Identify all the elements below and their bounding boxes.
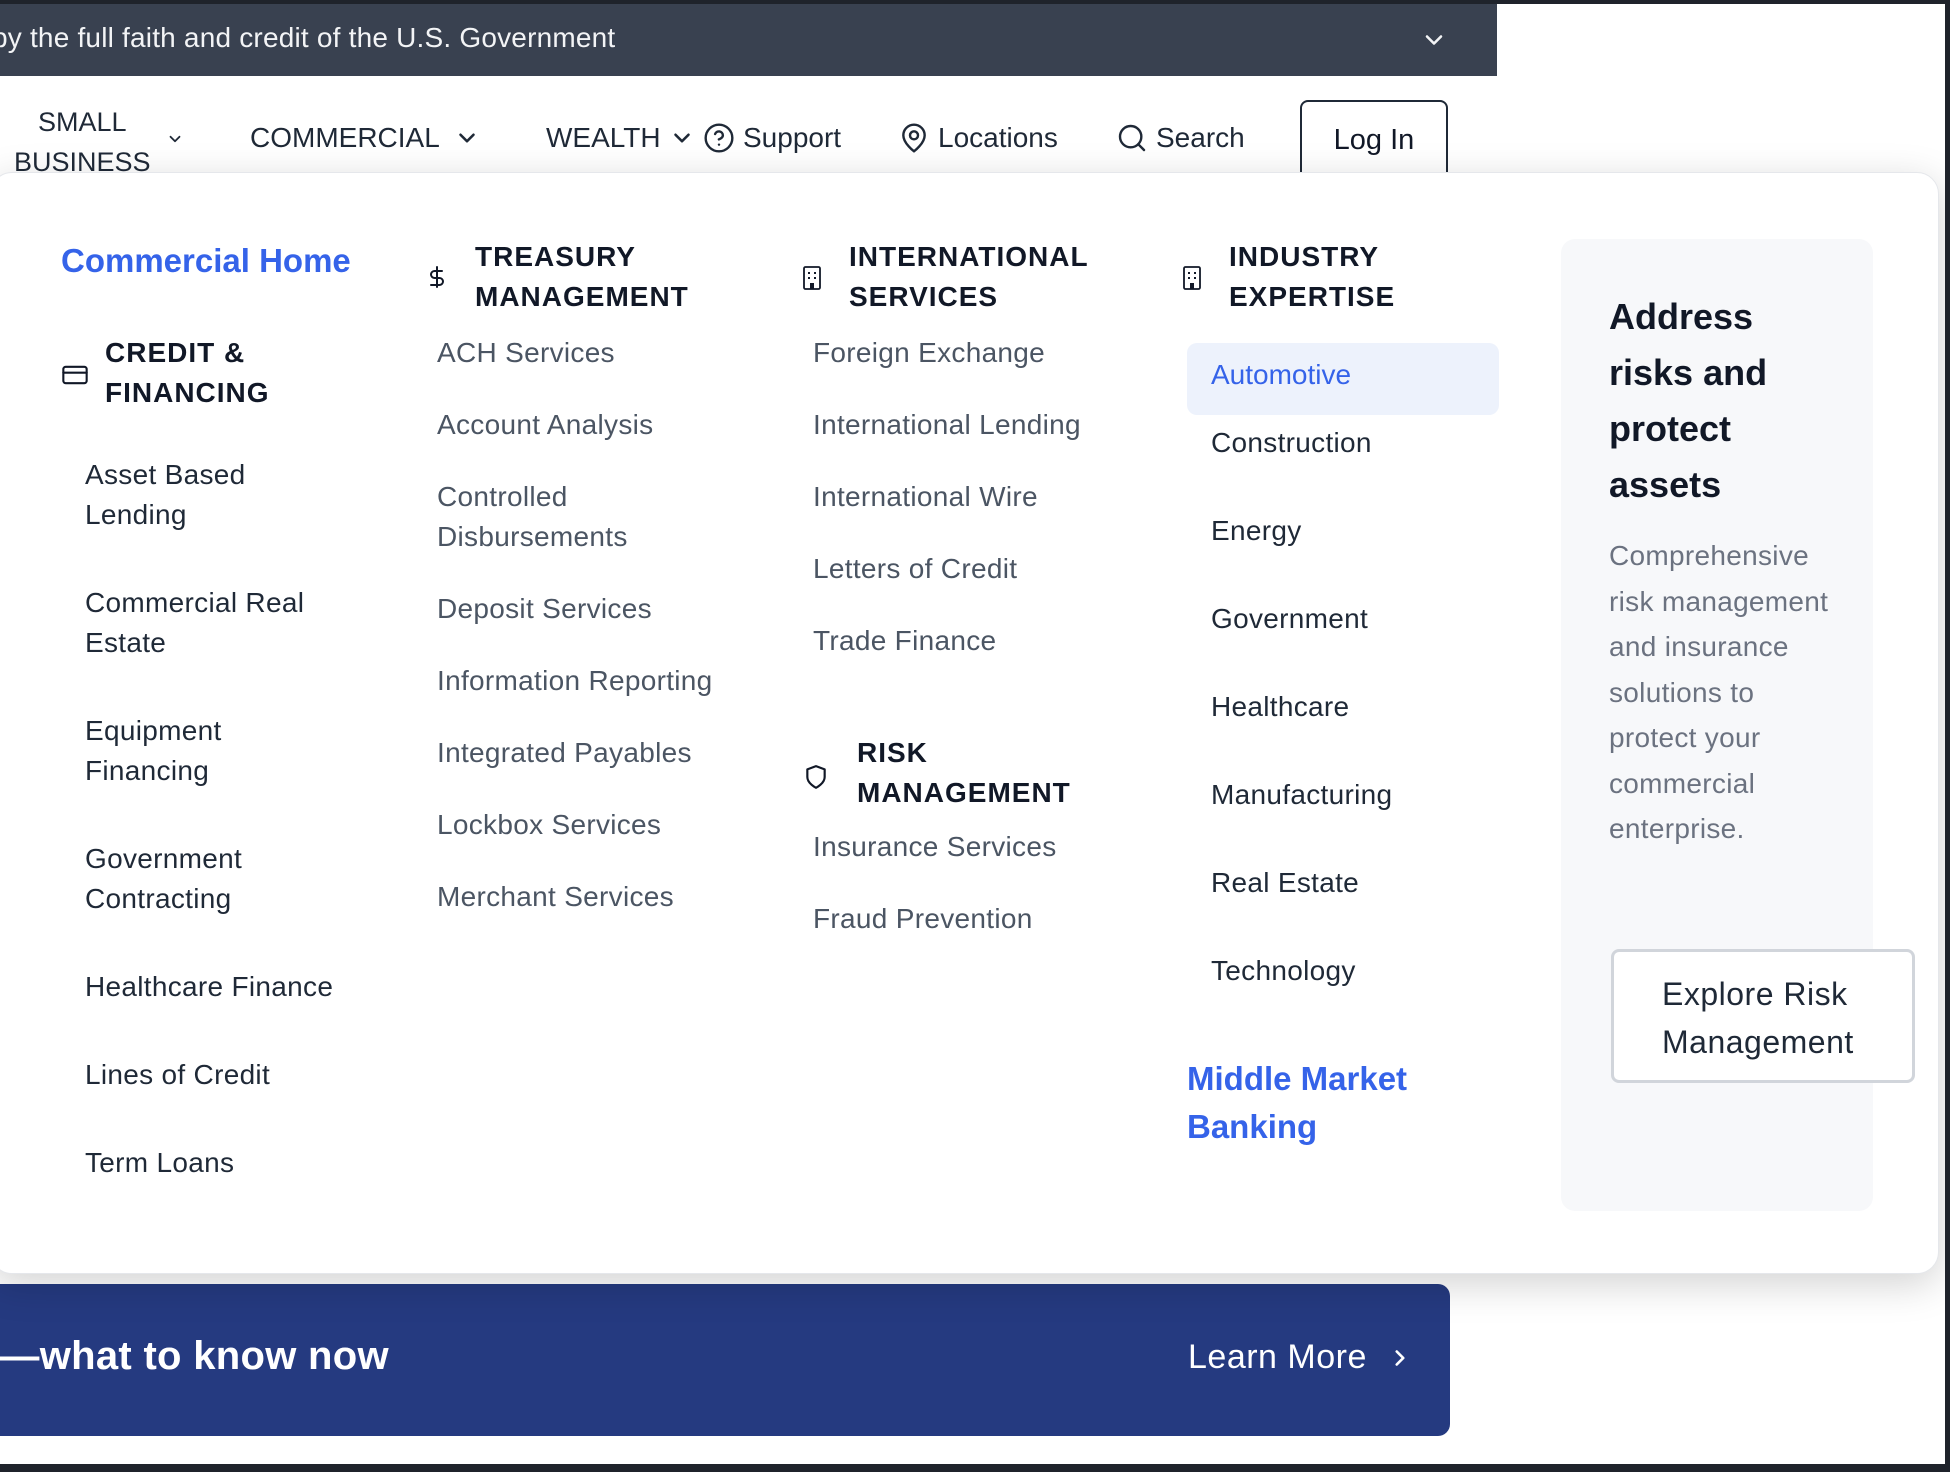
- menu-link-healthcare-finance[interactable]: Healthcare Finance: [85, 967, 333, 1007]
- login-button[interactable]: Log In: [1300, 100, 1448, 180]
- middle-market-line2: Banking: [1187, 1108, 1318, 1145]
- menu-link-lockbox-services[interactable]: Lockbox Services: [437, 805, 661, 845]
- link-line: Financing: [85, 755, 210, 786]
- menu-link-term-loans[interactable]: Term Loans: [85, 1143, 234, 1183]
- nav-locations[interactable]: Locations: [898, 122, 1058, 154]
- chevron-down-icon: [673, 133, 690, 143]
- link-line: Asset Based: [85, 459, 246, 490]
- link-line: Lending: [85, 499, 187, 530]
- help-circle-icon: [704, 123, 734, 153]
- international-heading-line1: INTERNATIONAL: [849, 241, 1089, 272]
- menu-link-information-reporting[interactable]: Information Reporting: [437, 661, 713, 701]
- menu-link-ach-services[interactable]: ACH Services: [437, 333, 615, 373]
- nav-wealth-label: WEALTH: [546, 122, 661, 153]
- search-icon: [1118, 124, 1146, 152]
- link-line: Commercial Real: [85, 587, 305, 618]
- nav-commercial[interactable]: COMMERCIAL: [250, 122, 480, 154]
- industry-heading-line2: EXPERTISE: [1229, 281, 1396, 312]
- international-heading-line2: SERVICES: [849, 281, 999, 312]
- shield-icon: [806, 765, 826, 789]
- treasury-heading-line1: TREASURY: [475, 241, 636, 272]
- menu-link-controlled-disbursements[interactable]: Controlled Disbursements: [437, 477, 628, 557]
- commercial-mega-menu: Commercial Home CREDIT & FINANCING Asset…: [0, 172, 1939, 1274]
- menu-link-real-estate[interactable]: Real Estate: [1211, 863, 1359, 903]
- menu-link-account-analysis[interactable]: Account Analysis: [437, 405, 653, 445]
- menu-link-foreign-exchange[interactable]: Foreign Exchange: [813, 333, 1045, 373]
- credit-heading-line1: CREDIT &: [105, 337, 246, 368]
- menu-link-fraud-prevention[interactable]: Fraud Prevention: [813, 899, 1033, 939]
- chevron-down-icon: [458, 133, 475, 143]
- menu-link-government[interactable]: Government: [1211, 599, 1368, 639]
- menu-link-construction[interactable]: Construction: [1211, 423, 1372, 463]
- menu-link-insurance-services[interactable]: Insurance Services: [813, 827, 1057, 867]
- international-services-heading: INTERNATIONAL SERVICES: [849, 237, 1089, 317]
- building-icon: [1183, 266, 1201, 290]
- menu-link-equipment-financing[interactable]: Equipment Financing: [85, 711, 222, 791]
- dollar-sign-icon: [430, 266, 444, 288]
- menu-link-integrated-payables[interactable]: Integrated Payables: [437, 733, 692, 773]
- nav-small-business-line1: SMALL: [38, 107, 127, 137]
- announcement-text: by the full faith and credit of the U.S.…: [0, 22, 616, 53]
- promo-banner: l—what to know now Learn More: [0, 1284, 1450, 1436]
- link-line: Equipment: [85, 715, 222, 746]
- nav-locations-label: Locations: [938, 122, 1058, 153]
- menu-link-deposit-services[interactable]: Deposit Services: [437, 589, 652, 629]
- industry-expertise-heading: INDUSTRY EXPERTISE: [1229, 237, 1395, 317]
- main-nav: SMALL BUSINESS COMMERCIAL WEALTH Support…: [0, 76, 1497, 180]
- risk-management-heading: RISK MANAGEMENT: [857, 733, 1071, 813]
- learn-more-label: Learn More: [1188, 1338, 1367, 1376]
- nav-support-label: Support: [743, 122, 842, 153]
- menu-link-government-contracting[interactable]: Government Contracting: [85, 839, 242, 919]
- link-line: Contracting: [85, 883, 232, 914]
- learn-more-link[interactable]: Learn More: [1188, 1338, 1413, 1377]
- menu-link-trade-finance[interactable]: Trade Finance: [813, 621, 996, 661]
- menu-link-technology[interactable]: Technology: [1211, 951, 1356, 991]
- promo-title: Address risks and protect assets: [1609, 296, 1768, 505]
- page: by the full faith and credit of the U.S.…: [0, 4, 1945, 1464]
- promo-description: Comprehensive risk management and insura…: [1609, 540, 1829, 844]
- nav-search-label: Search: [1156, 122, 1245, 153]
- menu-link-letters-of-credit[interactable]: Letters of Credit: [813, 549, 1017, 589]
- chevron-down-icon[interactable]: [166, 130, 184, 148]
- middle-market-banking-link[interactable]: Middle Market Banking: [1187, 1055, 1407, 1151]
- risk-heading-line1: RISK: [857, 737, 928, 768]
- menu-link-international-lending[interactable]: International Lending: [813, 405, 1081, 445]
- link-line: Government: [85, 843, 243, 874]
- menu-link-commercial-real-estate[interactable]: Commercial Real Estate: [85, 583, 304, 663]
- menu-link-energy[interactable]: Energy: [1211, 511, 1302, 551]
- menu-link-lines-of-credit[interactable]: Lines of Credit: [85, 1055, 270, 1095]
- credit-heading-line2: FINANCING: [105, 377, 270, 408]
- treasury-heading-line2: MANAGEMENT: [475, 281, 689, 312]
- link-line: Disbursements: [437, 521, 628, 552]
- menu-link-manufacturing[interactable]: Manufacturing: [1211, 775, 1392, 815]
- menu-link-automotive-label: Automotive: [1211, 359, 1352, 390]
- explore-risk-management-button[interactable]: Explore Risk Management: [1611, 949, 1915, 1083]
- menu-link-merchant-services[interactable]: Merchant Services: [437, 877, 674, 917]
- link-line: Controlled: [437, 481, 568, 512]
- nav-small-business[interactable]: SMALL BUSINESS: [14, 102, 151, 182]
- building-icon: [803, 266, 821, 290]
- credit-card-icon: [62, 365, 88, 385]
- menu-link-healthcare[interactable]: Healthcare: [1211, 687, 1349, 727]
- nav-commercial-label: COMMERCIAL: [250, 122, 440, 153]
- chevron-down-icon[interactable]: [1420, 26, 1448, 54]
- treasury-management-heading: TREASURY MANAGEMENT: [475, 237, 689, 317]
- commercial-home-link[interactable]: Commercial Home: [61, 237, 351, 285]
- chevron-right-icon: [1395, 1349, 1405, 1366]
- credit-financing-heading: CREDIT & FINANCING: [105, 333, 270, 413]
- nav-support[interactable]: Support: [703, 122, 841, 154]
- risk-heading-line2: MANAGEMENT: [857, 777, 1071, 808]
- menu-link-international-wire[interactable]: International Wire: [813, 477, 1038, 517]
- link-line: Estate: [85, 627, 167, 658]
- nav-wealth[interactable]: WEALTH: [546, 122, 695, 154]
- menu-link-asset-based-lending[interactable]: Asset Based Lending: [85, 455, 246, 535]
- banner-text: l—what to know now: [0, 1334, 389, 1378]
- industry-heading-line1: INDUSTRY: [1229, 241, 1380, 272]
- nav-search[interactable]: Search: [1116, 122, 1245, 154]
- middle-market-line1: Middle Market: [1187, 1060, 1408, 1097]
- announcement-bar[interactable]: by the full faith and credit of the U.S.…: [0, 4, 1497, 76]
- map-pin-icon: [902, 123, 926, 153]
